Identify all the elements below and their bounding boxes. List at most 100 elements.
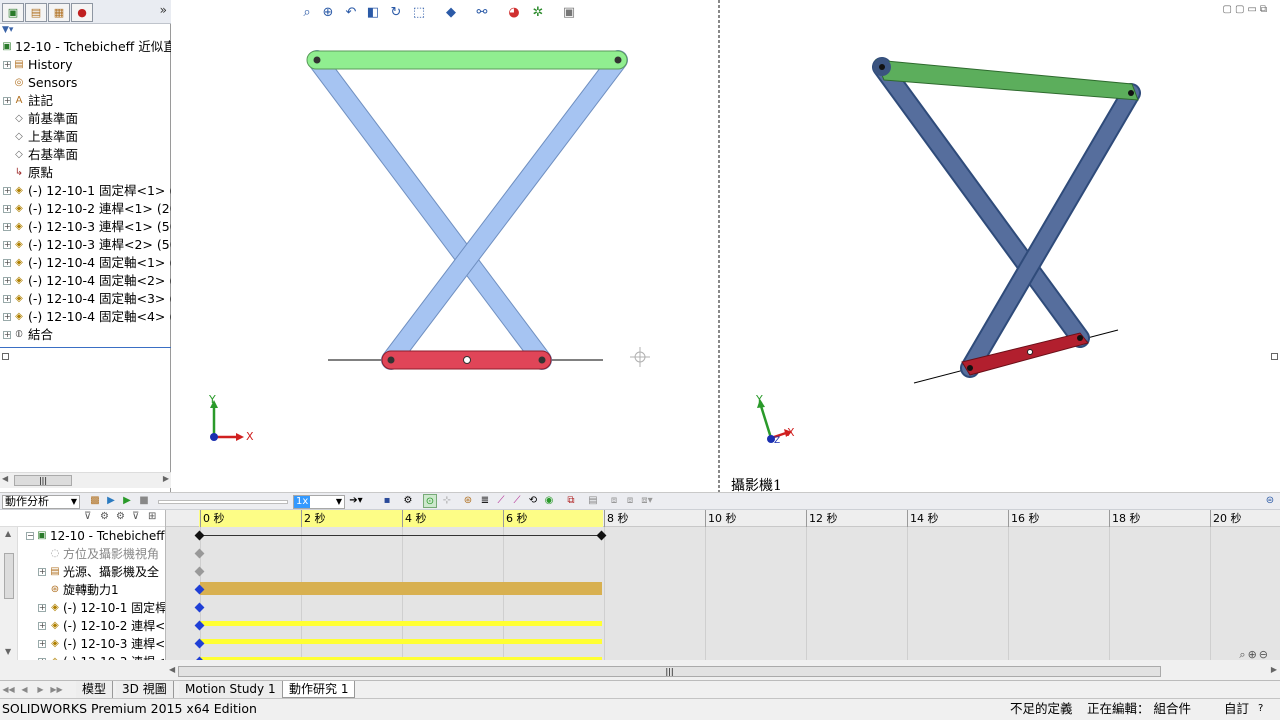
- timeline-row-part[interactable]: [166, 617, 1280, 635]
- scroll-down-icon[interactable]: ▼: [5, 647, 11, 656]
- prev-tab-icon[interactable]: ◀: [18, 683, 31, 696]
- filter-animated-icon[interactable]: ⊽: [84, 511, 91, 522]
- damper-icon[interactable]: ⟋: [494, 494, 508, 508]
- zoom-to-area-icon[interactable]: ⊕: [319, 4, 337, 22]
- expand-icon[interactable]: +: [38, 604, 46, 612]
- timeline-row-motor[interactable]: [166, 581, 1280, 599]
- start-key-icon[interactable]: [194, 530, 205, 541]
- front-view-mechanism[interactable]: [306, 50, 628, 370]
- motion-tree-item[interactable]: +◈(-) 12-10-3 連桿<: [18, 635, 165, 653]
- add-key-icon[interactable]: ⊹: [440, 494, 454, 508]
- fixed-link-3d[interactable]: [875, 59, 1139, 101]
- spring-icon[interactable]: ≣: [478, 494, 492, 508]
- display-options-icon[interactable]: ⧈▾: [640, 494, 654, 508]
- play-from-start-icon[interactable]: ▶: [104, 494, 118, 508]
- view-orientation-icon[interactable]: ⬚: [410, 4, 428, 22]
- collapse-icon[interactable]: ⧈: [607, 494, 621, 508]
- force-icon[interactable]: ⟋: [510, 494, 524, 508]
- scroll-left-icon[interactable]: ◀: [169, 665, 175, 674]
- unit-system[interactable]: 自訂: [1224, 699, 1249, 719]
- timeline-row-part[interactable]: [166, 599, 1280, 617]
- timeline-row-lights[interactable]: [166, 563, 1280, 581]
- zoom-out-icon[interactable]: ⊖: [1259, 648, 1270, 661]
- motion-tree-vscrollbar[interactable]: ▲ ▼: [0, 527, 18, 660]
- time-ruler[interactable]: 0 秒 2 秒 4 秒 6 秒 8 秒 10 秒 12 秒 14 秒 16 秒 18 秒 20 秒: [166, 510, 1280, 527]
- playback-speed-select[interactable]: 1x ▼: [293, 495, 345, 509]
- timeline-row-part[interactable]: [166, 653, 1280, 660]
- tools-icon[interactable]: ⧈: [623, 494, 637, 508]
- key-point-icon[interactable]: [194, 566, 205, 577]
- collapse-motion-manager-icon[interactable]: ⊜: [1263, 494, 1277, 508]
- motor-icon[interactable]: ⊛: [461, 494, 475, 508]
- previous-view-icon[interactable]: ↶: [342, 4, 360, 22]
- expand-icon[interactable]: +: [38, 568, 46, 576]
- motion-tree-item[interactable]: ◌ 方位及攝影機視角: [18, 545, 165, 563]
- dynamic-annotation-icon[interactable]: ↻: [387, 4, 405, 22]
- first-tab-icon[interactable]: ◀◀: [2, 683, 15, 696]
- filter-results-icon[interactable]: ⊽: [132, 511, 139, 522]
- timeline-row-assembly[interactable]: [166, 527, 1280, 545]
- timeline-row-orientation[interactable]: [166, 545, 1280, 563]
- edit-appearance-icon[interactable]: ◕: [505, 4, 523, 22]
- fixed-link[interactable]: [306, 50, 628, 70]
- zoom-in-icon[interactable]: ⊕: [1248, 648, 1259, 661]
- display-style-icon[interactable]: ◆: [442, 4, 460, 22]
- motion-study-properties-icon[interactable]: ▤: [586, 494, 600, 508]
- save-animation-icon[interactable]: ▪: [380, 494, 394, 508]
- section-view-icon[interactable]: ◧: [364, 4, 382, 22]
- motor-icon: ⊛: [50, 584, 60, 595]
- motion-tree-item[interactable]: + ◈ (-) 12-10-1 固定桿: [18, 599, 165, 617]
- filter-selected-icon[interactable]: ⚙: [116, 511, 125, 522]
- gravity-icon[interactable]: ◉: [542, 494, 556, 508]
- autokey-icon[interactable]: ⊙: [423, 494, 437, 508]
- scroll-thumb[interactable]: |||: [178, 666, 1161, 677]
- key-point-icon[interactable]: [194, 548, 205, 559]
- apply-scene-icon[interactable]: ✲: [529, 4, 547, 22]
- help-icon[interactable]: ?: [1258, 699, 1263, 719]
- tab-motion-study-1[interactable]: Motion Study 1: [179, 681, 283, 698]
- motion-tree-item[interactable]: +◈(-) 12-10-3 連桿<: [18, 653, 165, 660]
- results-plots-icon[interactable]: ⧉: [564, 494, 578, 508]
- timeline-row-part[interactable]: [166, 635, 1280, 653]
- timeline-zoom-controls[interactable]: ⌕⊕⊖: [1239, 648, 1270, 662]
- scroll-thumb[interactable]: [4, 553, 14, 599]
- camera-view-mechanism[interactable]: [872, 57, 1141, 384]
- timeline-hscrollbar[interactable]: ◀ ||| ▶: [166, 664, 1280, 678]
- split-handle-right[interactable]: [1271, 353, 1278, 360]
- tab-3d-views[interactable]: 3D 視圖: [116, 681, 174, 698]
- tab-model[interactable]: 模型: [76, 681, 114, 698]
- hide-show-items-icon[interactable]: ⚯: [473, 4, 491, 22]
- animation-wizard-icon[interactable]: ⚙: [401, 494, 415, 508]
- expand-icon[interactable]: +: [38, 622, 46, 630]
- stop-icon[interactable]: ■: [137, 494, 151, 508]
- motion-tree-item[interactable]: − ▣ 12-10 - Tchebicheff: [18, 527, 165, 545]
- split-handle-left[interactable]: [2, 353, 9, 360]
- filter-expand-icon[interactable]: ⊞: [148, 511, 156, 522]
- viewport-splitter[interactable]: [718, 0, 720, 492]
- expand-icon[interactable]: +: [38, 658, 46, 660]
- last-tab-icon[interactable]: ▶▶: [50, 683, 63, 696]
- zoom-to-fit-icon[interactable]: ⌕: [298, 4, 316, 22]
- scroll-up-icon[interactable]: ▲: [5, 529, 11, 538]
- motion-tree-item[interactable]: + ▤ 光源、攝影機及全: [18, 563, 165, 581]
- key-point-icon[interactable]: [194, 602, 205, 613]
- collapse-icon[interactable]: −: [26, 532, 34, 540]
- filter-driving-icon[interactable]: ⚙: [100, 511, 109, 522]
- timeline[interactable]: 0 秒 2 秒 4 秒 6 秒 8 秒 10 秒 12 秒 14 秒 16 秒 18 秒 20 秒: [166, 510, 1280, 660]
- expand-icon[interactable]: +: [38, 640, 46, 648]
- calculate-icon[interactable]: ▩: [88, 494, 102, 508]
- scroll-right-icon[interactable]: ▶: [1271, 665, 1277, 674]
- next-tab-icon[interactable]: ▶: [34, 683, 47, 696]
- tab-motion-study-chinese[interactable]: 動作研究 1: [282, 681, 356, 698]
- study-type-select[interactable]: 動作分析 ▼: [2, 495, 80, 509]
- zoom-fit-icon[interactable]: ⌕: [1239, 648, 1247, 661]
- contact-icon[interactable]: ⟲: [526, 494, 540, 508]
- motion-tree-item[interactable]: ⊛ 旋轉動力1: [18, 581, 165, 599]
- motion-tree-item[interactable]: + ◈ (-) 12-10-2 連桿<: [18, 617, 165, 635]
- end-key-icon[interactable]: [596, 530, 607, 541]
- view-settings-icon[interactable]: ▣: [560, 4, 578, 22]
- play-icon[interactable]: ▶: [120, 494, 134, 508]
- time-slider[interactable]: [158, 500, 288, 504]
- playback-mode-icon[interactable]: ➔▾: [349, 494, 363, 508]
- viewport-window-controls[interactable]: ▢▢▭⧉: [1223, 4, 1271, 15]
